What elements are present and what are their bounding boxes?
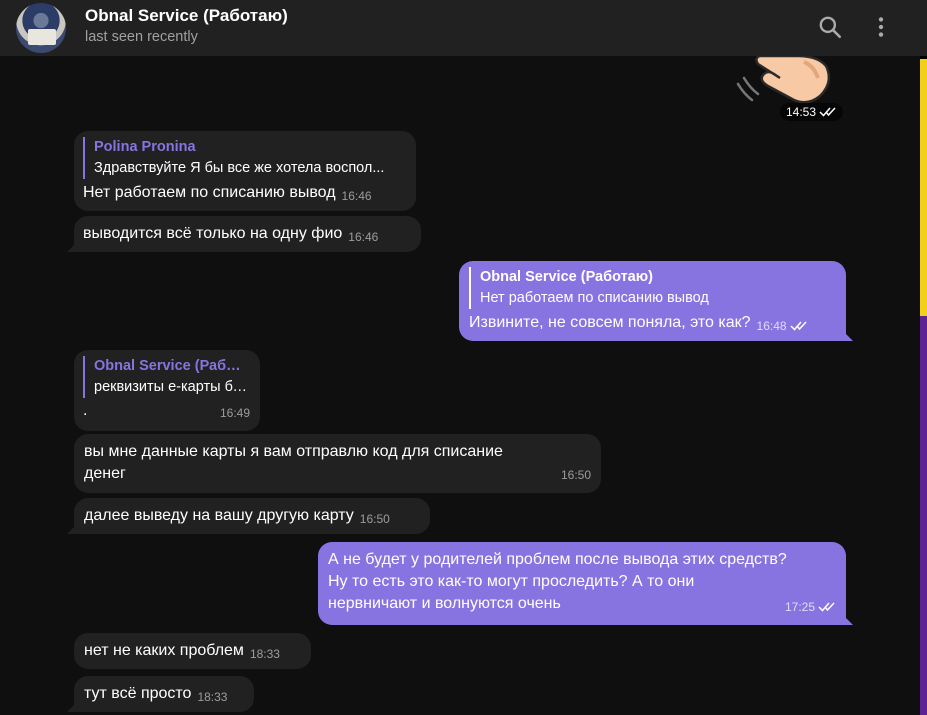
avatar[interactable] (16, 3, 66, 53)
message-time: 16:46 (348, 230, 379, 244)
message-time: 16:50 (359, 512, 390, 526)
double-check-icon (818, 602, 835, 612)
reply-author: Obnal Service (Работаю) (480, 269, 653, 285)
incoming-message[interactable]: тут всё просто 18:33 (74, 676, 254, 712)
message-line: Ну то есть это как-то могут проследить? … (328, 573, 695, 590)
incoming-message[interactable]: Polina Pronina Здравствуйте Я бы все же … (74, 131, 416, 211)
message-time: 16:50 (560, 468, 591, 482)
reply-text: Здравствуйте Я бы все же хотела воспол..… (94, 160, 385, 176)
message-line: нервничают и волнуются очень (328, 595, 561, 612)
message-text: выводится всё только на одну фио (83, 225, 343, 242)
reply-preview[interactable]: Polina Pronina Здравствуйте Я бы все же … (83, 137, 401, 179)
message-time: 18:33 (249, 647, 280, 661)
message-meta: 17:25 (785, 596, 836, 618)
double-check-icon (819, 107, 836, 117)
incoming-message[interactable]: выводится всё только на одну фио 16:46 (74, 216, 421, 252)
message-time: 14:53 (786, 105, 817, 119)
sticker-meta: 14:53 (780, 103, 844, 121)
message-line: А не будет у родителей проблем после выв… (328, 551, 787, 568)
incoming-message[interactable]: нет не каких проблем 18:33 (74, 633, 311, 669)
incoming-message[interactable]: вы мне данные карты я вам отправлю код д… (74, 434, 601, 493)
message-text: далее выведу на вашу другую карту (84, 507, 354, 524)
waving-hand-sticker[interactable] (728, 56, 838, 106)
outgoing-message[interactable]: Obnal Service (Работаю) Нет работаем по … (459, 261, 846, 341)
incoming-message[interactable]: далее выведу на вашу другую карту 16:50 (74, 498, 430, 534)
reply-preview[interactable]: Obnal Service (Работаю) реквизиты е-карт… (83, 356, 249, 398)
double-check-icon (790, 321, 807, 331)
search-icon[interactable] (817, 14, 843, 40)
reply-author: Polina Pronina (94, 139, 196, 155)
message-text: Извините, не совсем поняла, это как? (469, 314, 751, 331)
reply-text: реквизиты е-карты банка (94, 379, 249, 395)
reply-text: Нет работаем по списанию вывод (480, 290, 709, 306)
message-time: 17:25 (784, 600, 815, 614)
more-vertical-icon[interactable] (868, 14, 894, 40)
chat-status: last seen recently (85, 29, 198, 45)
message-time: 16:49 (219, 406, 250, 420)
message-line: денег (84, 465, 126, 482)
message-time: 18:33 (197, 690, 228, 704)
message-text: нет не каких проблем (84, 642, 244, 659)
message-text: тут всё просто (84, 685, 192, 702)
reply-author: Obnal Service (Работаю) (94, 358, 249, 374)
message-time: 16:48 (756, 319, 787, 333)
reply-preview[interactable]: Obnal Service (Работаю) Нет работаем по … (469, 267, 829, 309)
chat-header: Obnal Service (Работаю) last seen recent… (0, 0, 927, 56)
chat-title[interactable]: Obnal Service (Работаю) (85, 6, 288, 26)
message-text: Нет работаем по списанию вывод (83, 184, 336, 201)
outgoing-message[interactable]: А не будет у родителей проблем после выв… (318, 542, 846, 625)
wallpaper-edge (920, 56, 927, 715)
message-list[interactable]: 14:53 Polina Pronina Здравствуйте Я бы в… (0, 56, 920, 715)
message-meta: 16:48 (757, 315, 808, 337)
message-time: 16:46 (341, 189, 372, 203)
incoming-message[interactable]: Obnal Service (Работаю) реквизиты е-карт… (74, 350, 260, 431)
message-line: вы мне данные карты я вам отправлю код д… (84, 443, 503, 460)
